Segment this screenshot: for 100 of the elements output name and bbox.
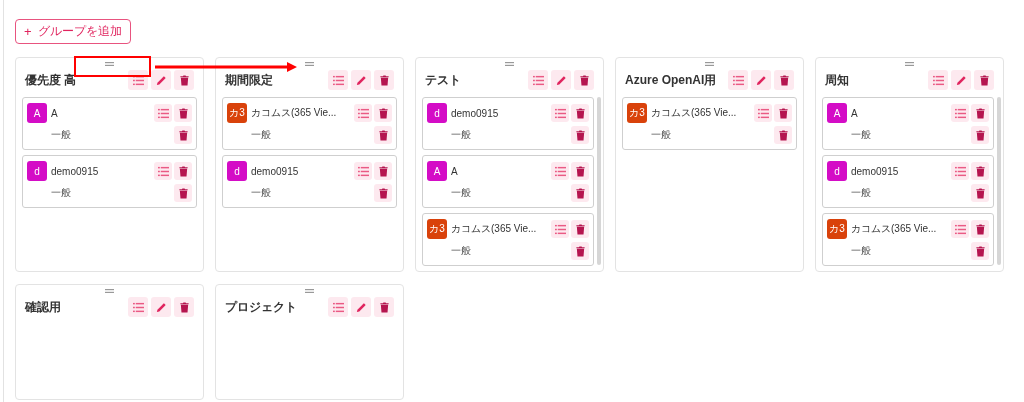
- edit-button[interactable]: [151, 70, 171, 90]
- delete-button[interactable]: [174, 297, 194, 317]
- scrollbar[interactable]: [597, 97, 601, 265]
- list-button[interactable]: [328, 297, 348, 317]
- delete-button[interactable]: [574, 70, 594, 90]
- pencil-icon: [355, 301, 367, 313]
- delete-button[interactable]: [571, 104, 589, 122]
- drag-handle-icon[interactable]: [705, 62, 714, 66]
- trash-icon: [974, 129, 986, 141]
- edit-button[interactable]: [351, 297, 371, 317]
- member-name: カコムス(365 Vie...: [451, 222, 538, 236]
- member-name: A: [451, 165, 459, 177]
- delete-button[interactable]: [571, 242, 589, 260]
- list-button[interactable]: [951, 220, 969, 238]
- delete-button[interactable]: [974, 70, 994, 90]
- delete-button[interactable]: [774, 104, 792, 122]
- group-title: Azure OpenAI用: [625, 71, 717, 89]
- delete-button[interactable]: [774, 70, 794, 90]
- edit-button[interactable]: [551, 70, 571, 90]
- member-role: 一般: [851, 244, 871, 258]
- avatar: カ3: [827, 219, 847, 239]
- list-icon: [554, 223, 566, 235]
- delete-button[interactable]: [374, 184, 392, 202]
- list-button[interactable]: [551, 104, 569, 122]
- trash-icon: [177, 129, 189, 141]
- group-title: 確認用: [25, 298, 61, 316]
- trash-icon: [377, 165, 389, 177]
- avatar: カ3: [427, 219, 447, 239]
- delete-button[interactable]: [571, 126, 589, 144]
- list-button[interactable]: [328, 70, 348, 90]
- member-role: 一般: [451, 128, 471, 142]
- member-role: 一般: [51, 186, 71, 200]
- trash-icon: [378, 74, 390, 86]
- edit-button[interactable]: [151, 297, 171, 317]
- list-button[interactable]: [354, 162, 372, 180]
- trash-icon: [378, 301, 390, 313]
- trash-icon: [574, 245, 586, 257]
- delete-button[interactable]: [174, 104, 192, 122]
- edit-button[interactable]: [751, 70, 771, 90]
- list-icon: [157, 165, 169, 177]
- trash-icon: [177, 187, 189, 199]
- list-button[interactable]: [754, 104, 772, 122]
- drag-handle-icon[interactable]: [105, 289, 114, 293]
- delete-button[interactable]: [174, 126, 192, 144]
- delete-button[interactable]: [174, 162, 192, 180]
- delete-button[interactable]: [571, 184, 589, 202]
- drag-handle-icon[interactable]: [105, 62, 114, 66]
- trash-icon: [974, 165, 986, 177]
- list-icon: [757, 107, 769, 119]
- delete-button[interactable]: [971, 242, 989, 260]
- delete-button[interactable]: [971, 162, 989, 180]
- trash-icon: [377, 107, 389, 119]
- list-button[interactable]: [154, 104, 172, 122]
- list-icon: [132, 301, 144, 313]
- list-button[interactable]: [928, 70, 948, 90]
- delete-button[interactable]: [971, 104, 989, 122]
- delete-button[interactable]: [374, 297, 394, 317]
- avatar: A: [427, 161, 447, 181]
- pencil-icon: [355, 74, 367, 86]
- list-button[interactable]: [128, 297, 148, 317]
- edit-button[interactable]: [951, 70, 971, 90]
- group-title: 期間限定: [225, 71, 273, 89]
- member-role: 一般: [651, 128, 671, 142]
- list-button[interactable]: [128, 70, 148, 90]
- avatar: d: [427, 103, 447, 123]
- member-name: A: [51, 107, 59, 119]
- drag-handle-icon[interactable]: [305, 289, 314, 293]
- delete-button[interactable]: [374, 104, 392, 122]
- list-button[interactable]: [528, 70, 548, 90]
- delete-button[interactable]: [374, 126, 392, 144]
- list-button[interactable]: [551, 162, 569, 180]
- list-icon: [532, 74, 544, 86]
- delete-button[interactable]: [174, 184, 192, 202]
- delete-button[interactable]: [774, 126, 792, 144]
- delete-button[interactable]: [374, 162, 392, 180]
- pencil-icon: [555, 74, 567, 86]
- delete-button[interactable]: [174, 70, 194, 90]
- edit-button[interactable]: [351, 70, 371, 90]
- member-role: 一般: [251, 128, 271, 142]
- delete-button[interactable]: [971, 126, 989, 144]
- drag-handle-icon[interactable]: [505, 62, 514, 66]
- member-name: A: [851, 107, 859, 119]
- delete-button[interactable]: [971, 184, 989, 202]
- list-button[interactable]: [551, 220, 569, 238]
- delete-button[interactable]: [571, 220, 589, 238]
- delete-button[interactable]: [571, 162, 589, 180]
- member-name: demo0915: [451, 107, 500, 119]
- trash-icon: [177, 107, 189, 119]
- scrollbar[interactable]: [997, 97, 1001, 265]
- drag-handle-icon[interactable]: [305, 62, 314, 66]
- delete-button[interactable]: [374, 70, 394, 90]
- add-group-button[interactable]: + グループを追加: [15, 19, 131, 44]
- list-button[interactable]: [951, 162, 969, 180]
- list-button[interactable]: [354, 104, 372, 122]
- avatar: A: [27, 103, 47, 123]
- list-button[interactable]: [951, 104, 969, 122]
- list-button[interactable]: [728, 70, 748, 90]
- delete-button[interactable]: [971, 220, 989, 238]
- drag-handle-icon[interactable]: [905, 62, 914, 66]
- list-button[interactable]: [154, 162, 172, 180]
